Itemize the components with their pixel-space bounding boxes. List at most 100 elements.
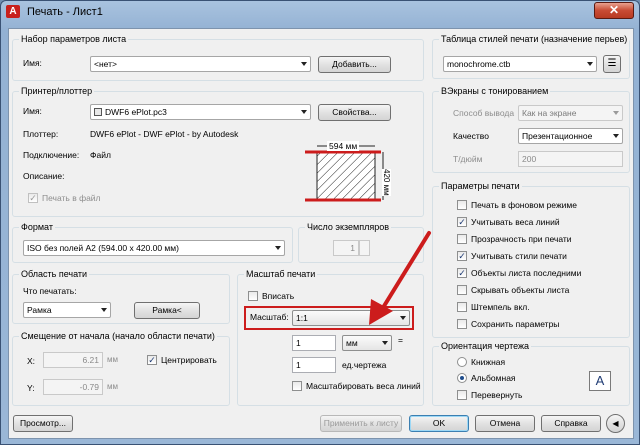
plot-style-group: Таблица стилей печати (назначение перьев…	[432, 34, 630, 79]
scale-units-combo[interactable]: мм	[342, 335, 392, 351]
printer-name-label: Имя:	[23, 106, 42, 116]
page-setup-title: Набор параметров листа	[19, 34, 129, 44]
chevron-down-icon	[382, 341, 388, 345]
chevron-down-icon	[101, 308, 107, 312]
paper-format-group: Формат ISO без полей A2 (594.00 x 420.00…	[12, 222, 293, 263]
page-setup-group: Набор параметров листа Имя: <нет> Добави…	[12, 34, 424, 81]
plot-options-list: Печать в фоновом режиме ✓ Учитывать веса …	[433, 187, 629, 337]
chevron-down-icon	[275, 246, 281, 250]
printer-properties-button[interactable]: Свойства...	[318, 104, 391, 121]
close-button[interactable]: ✕	[594, 2, 634, 19]
option-label-3: Учитывать стили печати	[471, 251, 567, 261]
option-label-7: Сохранить параметры	[471, 319, 560, 329]
landscape-radio[interactable]	[457, 373, 467, 383]
scale-equals-label: =	[398, 335, 403, 345]
paper-preview: 594 мм 420 мм	[303, 136, 395, 212]
window-title: Печать - Лист1	[27, 6, 103, 18]
printer-title: Принтер/плоттер	[19, 86, 95, 96]
plot-area-group: Область печати Что печатать: Рамка Рамка…	[12, 269, 230, 324]
center-plot-label: Центрировать	[161, 355, 217, 365]
paper-format-value: ISO без полей A2 (594.00 x 420.00 мм)	[27, 243, 179, 253]
option-checkbox-7[interactable]	[457, 319, 467, 329]
flip-label: Перевернуть	[471, 390, 523, 400]
preview-button[interactable]: Просмотр...	[13, 415, 73, 432]
chevron-down-icon	[301, 62, 307, 66]
collapse-arrow-icon: ◀	[612, 419, 619, 428]
scale-value: 1:1	[296, 313, 308, 323]
plot-style-combo[interactable]: monochrome.ctb	[443, 56, 597, 72]
apply-to-layout-button[interactable]: Применить к листу	[320, 415, 402, 432]
printer-name-value: DWF6 ePlot.pc3	[105, 107, 167, 117]
title-bar: A Печать - Лист1 ✕	[1, 1, 639, 23]
center-plot-checkbox[interactable]: ✓	[147, 355, 157, 365]
scale-lineweights-checkbox[interactable]	[292, 381, 302, 391]
plot-area-title: Область печати	[19, 269, 90, 279]
plotter-value: DWF6 ePlot - DWF ePlot - by Autodesk	[90, 129, 239, 139]
annotation-arrow	[369, 231, 431, 325]
option-checkbox-2[interactable]	[457, 234, 467, 244]
ok-button[interactable]: OK	[409, 415, 469, 432]
chevron-down-icon	[613, 134, 619, 138]
paper-format-combo[interactable]: ISO без полей A2 (594.00 x 420.00 мм)	[23, 240, 285, 256]
plot-options-group: Параметры печати Печать в фоновом режиме…	[432, 181, 630, 338]
what-to-plot-combo[interactable]: Рамка	[23, 302, 111, 318]
page-setup-name-combo[interactable]: <нет>	[90, 56, 311, 72]
copies-input[interactable]: 1	[333, 240, 359, 256]
option-checkbox-0[interactable]	[457, 200, 467, 210]
paper-width-label: 594 мм	[327, 141, 360, 151]
shaded-viewport-title: ВЭкраны с тонированием	[439, 86, 551, 96]
shaded-viewport-group: ВЭкраны с тонированием Способ вывода Как…	[432, 86, 630, 173]
chevron-down-icon	[301, 110, 307, 114]
option-checkbox-6[interactable]	[457, 302, 467, 312]
shade-output-label: Способ вывода	[453, 108, 515, 118]
fit-to-paper-checkbox[interactable]	[248, 291, 258, 301]
edit-style-icon: ☰	[607, 58, 617, 69]
connection-value: Файл	[90, 150, 111, 160]
option-label-6: Штемпель вкл.	[471, 302, 530, 312]
option-checkbox-5[interactable]	[457, 285, 467, 295]
plotter-label: Плоттер:	[23, 129, 59, 139]
option-label-1: Учитывать веса линий	[471, 217, 560, 227]
connection-label: Подключение:	[23, 150, 80, 160]
orientation-preview-icon: A	[589, 371, 611, 391]
scale-paper-units-input[interactable]: 1	[292, 335, 336, 351]
add-page-setup-button[interactable]: Добавить...	[318, 56, 391, 73]
drawing-units-label: ед.чертежа	[342, 360, 387, 370]
scale-drawing-units-input[interactable]: 1	[292, 357, 336, 373]
plot-offset-group: Смещение от начала (начало области печат…	[12, 331, 230, 406]
printer-icon	[94, 108, 102, 116]
page-setup-name-label: Имя:	[23, 58, 42, 68]
printer-group: Принтер/плоттер Имя: DWF6 ePlot.pc3 Свой…	[12, 86, 424, 217]
option-label-5: Скрывать объекты листа	[471, 285, 570, 295]
orientation-title: Ориентация чертежа	[439, 341, 532, 351]
flip-checkbox[interactable]	[457, 390, 467, 400]
printer-name-combo[interactable]: DWF6 ePlot.pc3	[90, 104, 311, 120]
quality-combo[interactable]: Презентационное	[518, 128, 623, 144]
autocad-app-icon: A	[6, 5, 20, 18]
orientation-group: Ориентация чертежа Книжная Альбомная Пер…	[432, 341, 630, 406]
paper-height-label: 420 мм	[382, 169, 391, 196]
offset-x-input[interactable]: 6.21	[43, 352, 103, 368]
offset-y-input[interactable]: -0.79	[43, 379, 103, 395]
print-to-file-label: Печать в файл	[42, 193, 101, 203]
option-label-4: Объекты листа последними	[471, 268, 582, 278]
shade-output-combo[interactable]: Как на экране	[518, 105, 623, 121]
dpi-input[interactable]: 200	[518, 151, 623, 167]
what-to-plot-label: Что печатать:	[23, 286, 77, 296]
portrait-radio[interactable]	[457, 357, 467, 367]
plot-style-value: monochrome.ctb	[447, 59, 511, 69]
option-checkbox-1[interactable]: ✓	[457, 217, 467, 227]
more-options-button[interactable]: ◀	[606, 414, 625, 433]
fit-to-paper-label: Вписать	[262, 291, 295, 301]
description-label: Описание:	[23, 171, 65, 181]
option-checkbox-4[interactable]: ✓	[457, 268, 467, 278]
edit-plot-style-button[interactable]: ☰	[603, 55, 621, 73]
option-label-2: Прозрачность при печати	[471, 234, 572, 244]
plot-offset-title: Смещение от начала (начало области печат…	[19, 331, 217, 341]
plot-style-title: Таблица стилей печати (назначение перьев…	[439, 34, 630, 44]
option-checkbox-3[interactable]: ✓	[457, 251, 467, 261]
help-button[interactable]: Справка	[541, 415, 601, 432]
window-select-button[interactable]: Рамка<	[134, 302, 200, 319]
print-to-file-checkbox[interactable]: ✓	[28, 193, 38, 203]
cancel-button[interactable]: Отмена	[475, 415, 535, 432]
